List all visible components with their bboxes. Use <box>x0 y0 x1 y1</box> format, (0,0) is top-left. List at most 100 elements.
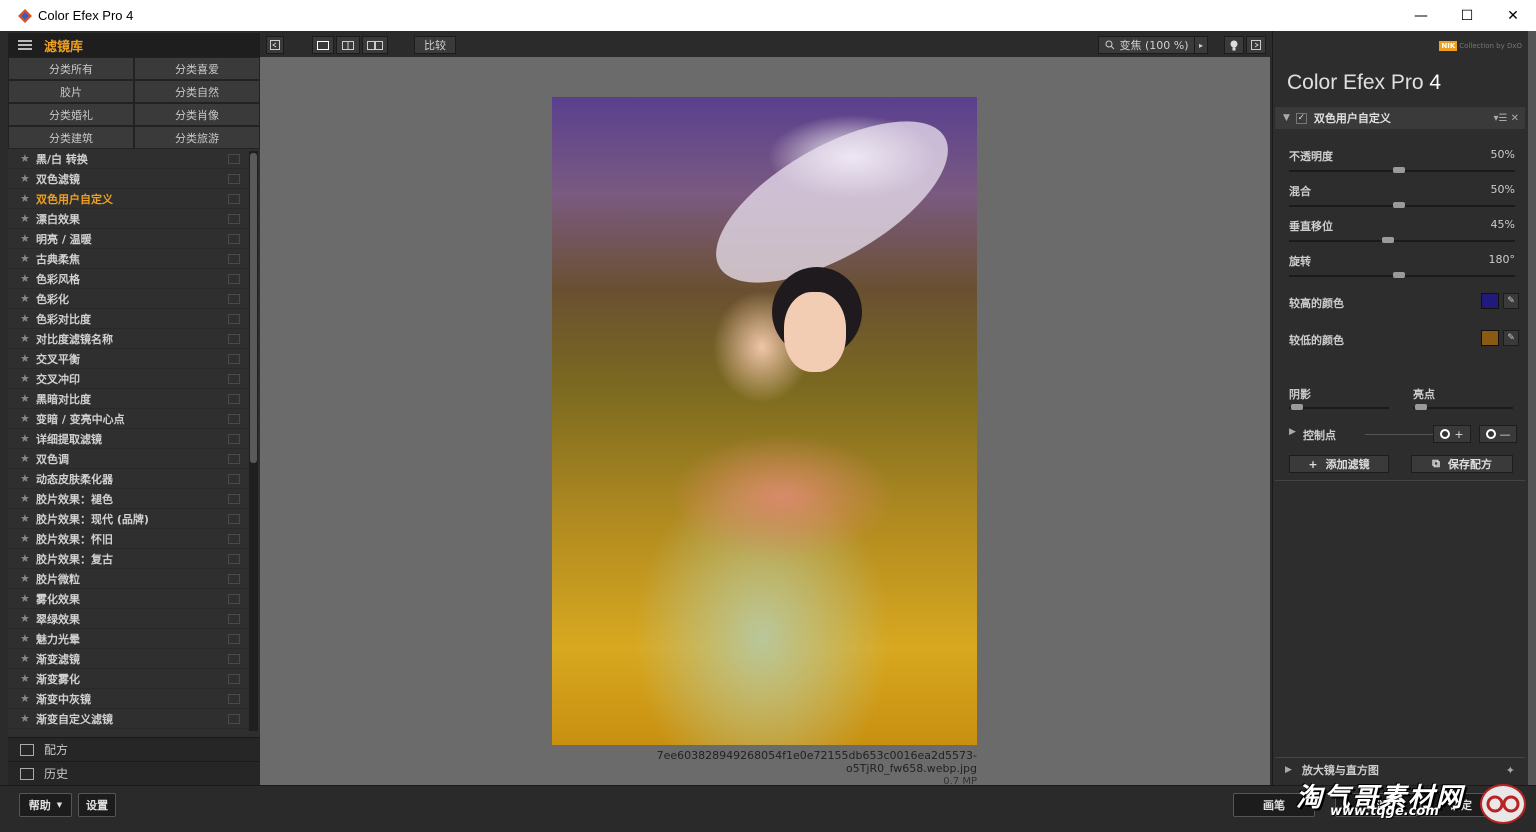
preview-canvas[interactable]: 7ee603828949268054f1e0e72155db653c0016ea… <box>260 57 1270 787</box>
star-icon[interactable]: ★ <box>20 252 36 265</box>
star-icon[interactable]: ★ <box>20 712 36 725</box>
star-icon[interactable]: ★ <box>20 372 36 385</box>
star-icon[interactable]: ★ <box>20 732 36 733</box>
add-control-point-button[interactable]: + <box>1433 425 1471 443</box>
loupe-histogram-row[interactable]: ▶ 放大镜与直方图 ✦ <box>1275 760 1525 780</box>
filter-list-item[interactable]: ★ 黑暗对比度 <box>8 389 260 409</box>
copy-icon[interactable] <box>228 213 240 224</box>
star-icon[interactable]: ★ <box>20 592 36 605</box>
bulb-icon[interactable] <box>1224 36 1244 54</box>
star-icon[interactable]: ★ <box>20 412 36 425</box>
star-icon[interactable]: ★ <box>20 332 36 345</box>
star-icon[interactable]: ★ <box>20 612 36 625</box>
hide-right-panel-icon[interactable] <box>1246 36 1266 54</box>
copy-icon[interactable] <box>228 573 240 584</box>
split-view-icon[interactable] <box>336 36 360 54</box>
filter-list-item[interactable]: ★ 双色滤镜 <box>8 169 260 189</box>
side-by-side-view-icon[interactable] <box>362 36 388 54</box>
copy-icon[interactable] <box>228 473 240 484</box>
star-icon[interactable]: ★ <box>20 432 36 445</box>
copy-icon[interactable] <box>228 193 240 204</box>
filter-list-item[interactable]: ★ 渐变自定义滤镜 <box>8 709 260 729</box>
loupe-expand-icon[interactable]: ▶ <box>1285 765 1292 775</box>
filter-menu-close-icons[interactable]: ▾☰ ✕ <box>1493 113 1519 124</box>
hide-panel-icon[interactable] <box>266 36 284 54</box>
star-icon[interactable]: ★ <box>20 492 36 505</box>
category-wedding[interactable]: 分类婚礼 <box>8 103 134 126</box>
star-icon[interactable]: ★ <box>20 532 36 545</box>
lower-color-swatch[interactable] <box>1481 330 1499 346</box>
star-icon[interactable]: ★ <box>20 632 36 645</box>
star-icon[interactable]: ★ <box>20 452 36 465</box>
filter-list-item[interactable]: ★ 渐变滤镜 <box>8 649 260 669</box>
category-nature[interactable]: 分类自然 <box>134 80 260 103</box>
copy-icon[interactable] <box>228 333 240 344</box>
category-all[interactable]: 分类所有 <box>8 57 134 80</box>
filter-list-item[interactable]: ★高调 <box>8 729 260 733</box>
single-view-icon[interactable] <box>312 36 334 54</box>
collapse-icon[interactable]: ▼ <box>1283 113 1290 123</box>
copy-icon[interactable] <box>228 593 240 604</box>
copy-icon[interactable] <box>228 653 240 664</box>
star-icon[interactable]: ★ <box>20 312 36 325</box>
filter-list-item[interactable]: ★ 胶片微粒 <box>8 569 260 589</box>
star-icon[interactable]: ★ <box>20 552 36 565</box>
filter-list-item[interactable]: ★ 交叉冲印 <box>8 369 260 389</box>
history-section[interactable]: 历史 <box>8 761 260 785</box>
shadows-knob[interactable] <box>1291 404 1303 410</box>
copy-icon[interactable] <box>228 453 240 464</box>
minimize-button[interactable]: — <box>1398 0 1444 31</box>
filter-list-item[interactable]: ★ 详细提取滤镜 <box>8 429 260 449</box>
eyedropper-icon[interactable]: ✎ <box>1503 293 1519 309</box>
filter-list-item[interactable]: ★ 对比度滤镜名称 <box>8 329 260 349</box>
active-filter-header[interactable]: ▼ ✓ 双色用户自定义 ▾☰ ✕ <box>1275 107 1525 129</box>
copy-icon[interactable] <box>228 293 240 304</box>
copy-icon[interactable] <box>228 173 240 184</box>
filter-list-item[interactable]: ★ 翠绿效果 <box>8 609 260 629</box>
vertical-shift-knob[interactable] <box>1382 237 1394 243</box>
filter-list-item[interactable]: ★ 色彩风格 <box>8 269 260 289</box>
menu-icon[interactable] <box>18 40 32 50</box>
copy-icon[interactable] <box>228 253 240 264</box>
copy-icon[interactable] <box>228 313 240 324</box>
star-icon[interactable]: ★ <box>20 512 36 525</box>
preview-image[interactable] <box>552 97 977 745</box>
opacity-knob[interactable] <box>1393 167 1405 173</box>
star-icon[interactable]: ★ <box>20 692 36 705</box>
copy-icon[interactable] <box>228 613 240 624</box>
star-icon[interactable]: ★ <box>20 232 36 245</box>
remove-control-point-button[interactable]: — <box>1479 425 1517 443</box>
category-favorites[interactable]: 分类喜爱 <box>134 57 260 80</box>
filter-list-item[interactable]: ★ 雾化效果 <box>8 589 260 609</box>
star-icon[interactable]: ★ <box>20 172 36 185</box>
copy-icon[interactable] <box>228 633 240 644</box>
category-travel[interactable]: 分类旅游 <box>134 126 260 149</box>
star-icon[interactable]: ★ <box>20 292 36 305</box>
filter-list-item[interactable]: ★ 胶片效果：怀旧 <box>8 529 260 549</box>
pin-icon[interactable]: ✦ <box>1506 764 1515 777</box>
maximize-button[interactable]: ☐ <box>1444 0 1490 31</box>
copy-icon[interactable] <box>228 393 240 404</box>
filter-list-item[interactable]: ★ 色彩对比度 <box>8 309 260 329</box>
filter-library-header[interactable]: 滤镜库 <box>8 33 260 57</box>
compare-button[interactable]: 比较 <box>414 36 456 54</box>
filter-list-item[interactable]: ★ 双色调 <box>8 449 260 469</box>
filter-list-item[interactable]: ★ 渐变中灰镜 <box>8 689 260 709</box>
star-icon[interactable]: ★ <box>20 212 36 225</box>
filter-list-item[interactable]: ★ 双色用户自定义 <box>8 189 260 209</box>
copy-icon[interactable] <box>228 513 240 524</box>
filter-list-item[interactable]: ★ 漂白效果 <box>8 209 260 229</box>
star-icon[interactable]: ★ <box>20 352 36 365</box>
copy-icon[interactable] <box>228 153 240 164</box>
save-recipe-button[interactable]: ⧉ 保存配方 <box>1411 455 1513 473</box>
filter-list-item[interactable]: ★ 胶片效果：现代 (品牌) <box>8 509 260 529</box>
copy-icon[interactable] <box>228 273 240 284</box>
copy-icon[interactable] <box>228 433 240 444</box>
copy-icon[interactable] <box>228 693 240 704</box>
vertical-shift-track[interactable] <box>1289 240 1515 242</box>
copy-icon[interactable] <box>228 533 240 544</box>
copy-icon[interactable] <box>228 493 240 504</box>
star-icon[interactable]: ★ <box>20 392 36 405</box>
blend-knob[interactable] <box>1393 202 1405 208</box>
filter-list-item[interactable]: ★ 变暗 / 变亮中心点 <box>8 409 260 429</box>
